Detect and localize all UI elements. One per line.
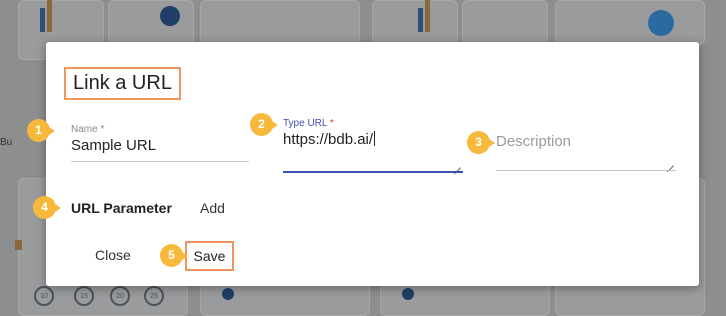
- bg-widget-card: [372, 0, 458, 45]
- bg-bar-icon: [40, 8, 45, 32]
- dialog-title: Link a URL: [64, 67, 181, 100]
- gauge-label: 20: [116, 292, 124, 300]
- bg-bar-icon: [47, 0, 52, 32]
- callout-badge-2: 2: [250, 113, 278, 136]
- bg-dot: [402, 288, 414, 300]
- bg-bar-icon: [15, 240, 22, 250]
- gauge-label: 15: [80, 292, 88, 300]
- gauge-icon: 25: [144, 286, 164, 306]
- callout-badge-3: 3: [467, 131, 495, 154]
- name-field-underline: [71, 161, 249, 162]
- gauge-icon: 20: [110, 286, 130, 306]
- name-field[interactable]: Name * Sample URL: [71, 124, 249, 162]
- close-button[interactable]: Close: [95, 247, 131, 263]
- url-parameter-label: URL Parameter: [71, 200, 172, 216]
- bg-widget-card: [555, 0, 705, 45]
- bg-donut-icon: [648, 10, 674, 36]
- name-field-label: Name *: [71, 124, 105, 135]
- callout-badge-4: 4: [33, 196, 61, 219]
- gauge-label: 10: [40, 292, 48, 300]
- description-underline: [496, 170, 676, 171]
- save-button[interactable]: Save: [185, 241, 234, 271]
- text-cursor: [374, 131, 376, 146]
- bg-bar-icon: [425, 0, 430, 32]
- gauge-icon: 15: [74, 286, 94, 306]
- name-field-value: Sample URL: [71, 137, 157, 154]
- bg-partial-label: Bu: [0, 137, 13, 148]
- type-url-field[interactable]: Type URL * https://bdb.ai/: [283, 118, 463, 173]
- add-parameter-button[interactable]: Add: [200, 200, 225, 216]
- resize-handle-icon[interactable]: [666, 158, 674, 166]
- bg-dot: [222, 288, 234, 300]
- bg-pie-icon: [160, 6, 180, 26]
- bg-bar-icon: [418, 8, 423, 32]
- bg-widget-card: [462, 0, 548, 45]
- description-field[interactable]: Description: [496, 133, 676, 171]
- bg-widget-card: [200, 0, 360, 45]
- callout-badge-5: 5: [160, 244, 188, 267]
- link-url-dialog: Link a URL Name * Sample URL Type URL * …: [46, 42, 699, 286]
- type-url-value: https://bdb.ai/: [283, 131, 376, 148]
- gauge-icon: 10: [34, 286, 54, 306]
- type-url-underline: [283, 171, 463, 173]
- description-placeholder: Description: [496, 133, 572, 150]
- resize-handle-icon[interactable]: [453, 160, 461, 168]
- callout-badge-1: 1: [27, 119, 55, 142]
- type-url-label: Type URL *: [283, 118, 334, 129]
- gauge-label: 25: [150, 292, 158, 300]
